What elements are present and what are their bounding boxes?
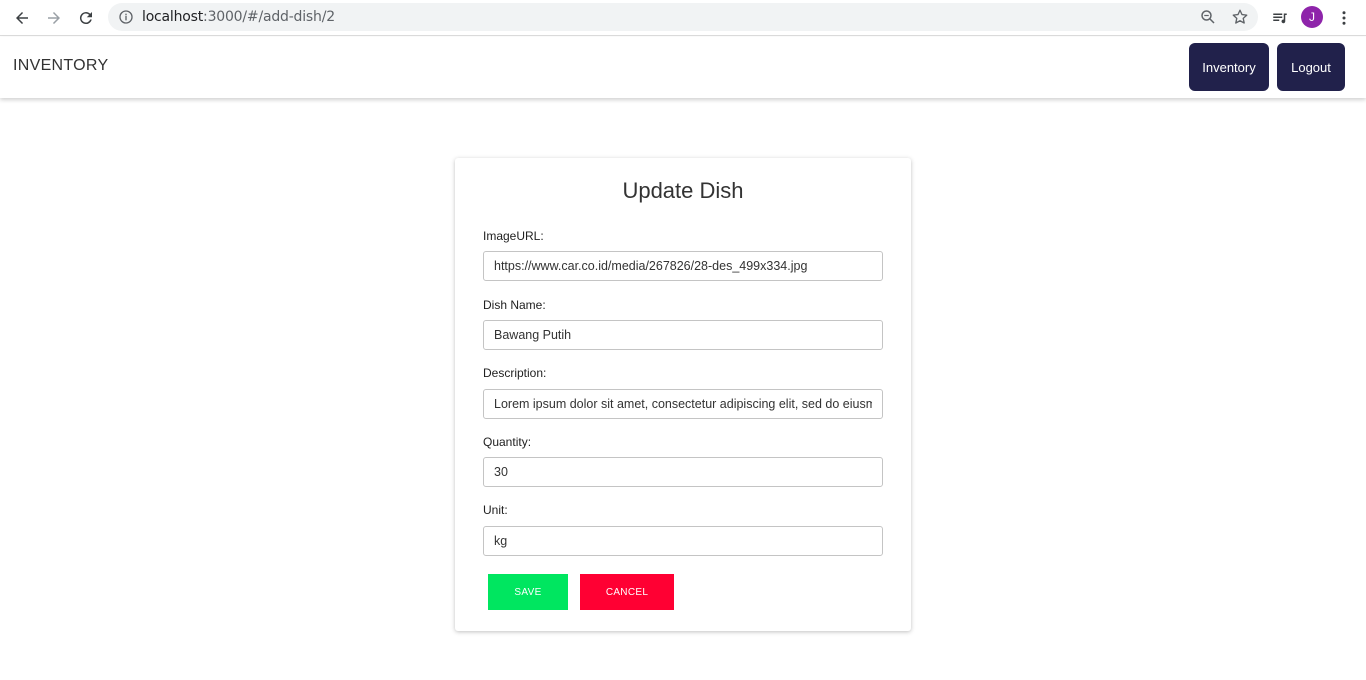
reload-icon[interactable] [74,6,98,30]
unit-label: Unit: [483,503,508,517]
dish-name-label: Dish Name: [483,298,546,312]
more-vert-icon[interactable] [1332,6,1356,30]
image-url-input[interactable] [483,251,883,281]
description-label: Description: [483,366,547,380]
image-url-label: ImageURL: [483,229,544,243]
logout-button[interactable]: Logout [1277,43,1345,91]
forward-arrow-icon[interactable] [42,6,66,30]
url-path: :3000/#/add-dish/2 [203,9,335,25]
address-bar[interactable]: localhost:3000/#/add-dish/2 [108,3,1258,31]
dish-name-input[interactable] [483,320,883,350]
save-button[interactable]: SAVE [488,574,568,610]
unit-input[interactable] [483,526,883,556]
cancel-button[interactable]: CANCEL [580,574,674,610]
browser-toolbar: localhost:3000/#/add-dish/2 J [0,0,1366,36]
update-dish-card: Update Dish ImageURL: Dish Name: Descrip… [455,158,911,631]
form-title: Update Dish [622,178,744,203]
back-arrow-icon[interactable] [10,6,34,30]
app-header: INVENTORY Inventory Logout [0,37,1366,98]
media-playlist-icon[interactable] [1268,6,1292,30]
brand-title[interactable]: INVENTORY [13,57,108,75]
info-icon[interactable] [118,9,134,25]
quantity-label: Quantity: [483,435,532,449]
description-input[interactable] [483,389,883,419]
zoom-icon[interactable] [1199,8,1217,26]
inventory-nav-button[interactable]: Inventory [1189,43,1269,91]
url-host: localhost [142,9,204,25]
profile-avatar[interactable]: J [1301,6,1323,28]
quantity-input[interactable] [483,457,883,487]
url-text: localhost:3000/#/add-dish/2 [142,8,335,26]
star-icon[interactable] [1231,8,1249,26]
